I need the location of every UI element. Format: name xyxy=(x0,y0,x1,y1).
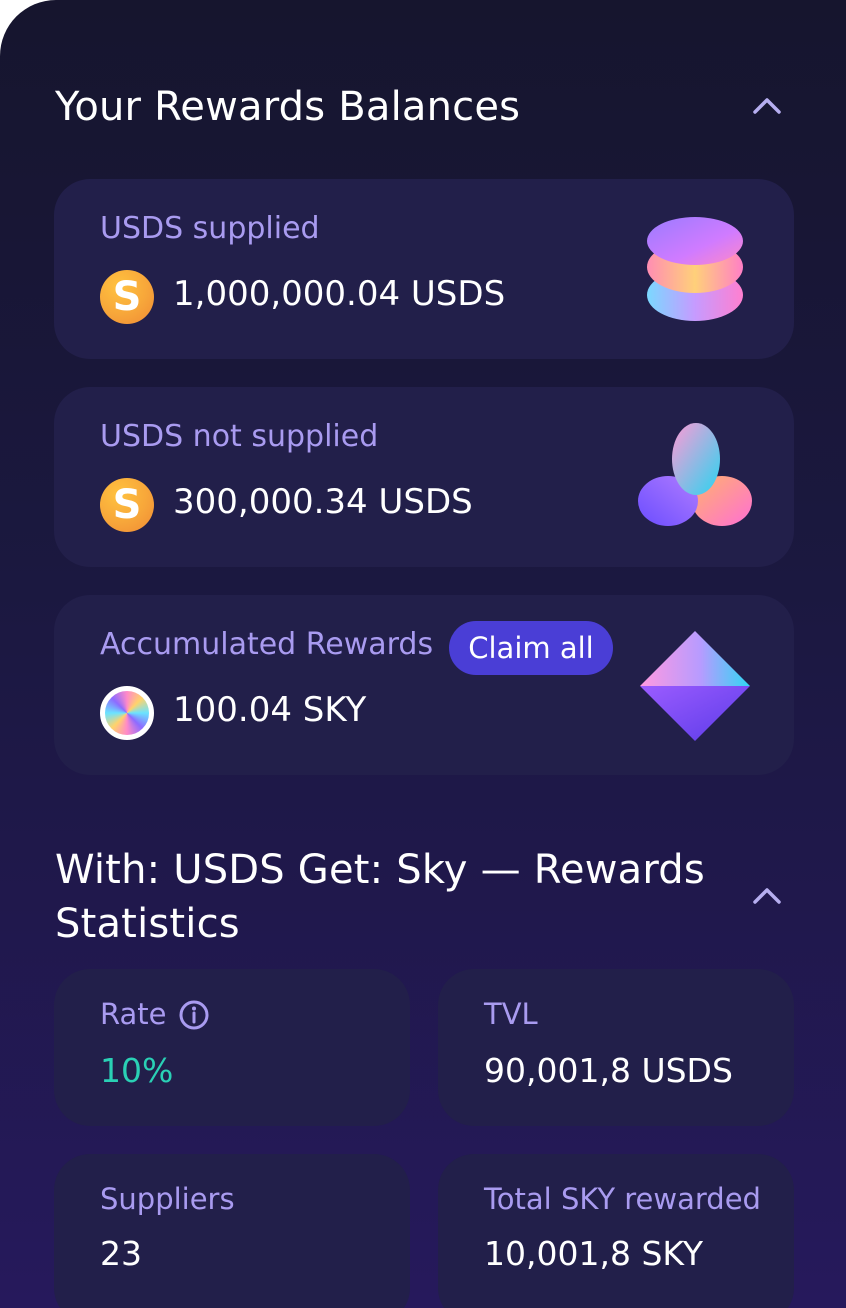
usds-supplied-label: USDS supplied xyxy=(100,211,320,246)
diamond-illustration-icon xyxy=(640,631,750,741)
usds-not-supplied-label: USDS not supplied xyxy=(100,419,379,454)
three-petal-illustration-icon xyxy=(638,423,752,526)
accumulated-rewards-card: Accumulated Rewards 100.04 SKY xyxy=(54,595,794,775)
collapse-statistics-chevron-icon[interactable] xyxy=(749,878,785,914)
sky-token-icon xyxy=(100,686,154,740)
rate-label: Rate xyxy=(100,997,167,1031)
rate-stat-card: Rate 10% xyxy=(54,969,410,1126)
suppliers-stat-card: Suppliers 23 xyxy=(54,1154,410,1308)
total-sky-rewarded-label: Total SKY rewarded xyxy=(484,1182,761,1216)
total-sky-rewarded-value: 10,001,8 SKY xyxy=(484,1234,704,1273)
rewards-panel: Your Rewards Balances USDS supplied S 1,… xyxy=(0,0,846,1308)
usds-token-icon: S xyxy=(100,270,154,324)
usds-not-supplied-card: USDS not supplied S 300,000.34 USDS xyxy=(54,387,794,567)
usds-token-icon: S xyxy=(100,478,154,532)
rewards-statistics-title-line2: Statistics xyxy=(55,901,240,947)
suppliers-value: 23 xyxy=(100,1234,142,1273)
rate-value: 10% xyxy=(100,1051,174,1090)
collapse-balances-chevron-icon[interactable] xyxy=(749,88,785,124)
rewards-statistics-title-line1: With: USDS Get: Sky — Rewards xyxy=(55,847,705,893)
rewards-balances-title: Your Rewards Balances xyxy=(55,84,521,130)
accumulated-rewards-label: Accumulated Rewards xyxy=(100,627,434,662)
suppliers-label: Suppliers xyxy=(100,1182,235,1216)
stacked-coins-illustration-icon xyxy=(647,217,743,321)
tvl-stat-card: TVL 90,001,8 USDS xyxy=(438,969,794,1126)
total-sky-rewarded-stat-card: Total SKY rewarded 10,001,8 SKY xyxy=(438,1154,794,1308)
info-icon[interactable] xyxy=(178,999,210,1031)
claim-all-button[interactable]: Claim all xyxy=(449,621,613,675)
accumulated-rewards-value: 100.04 SKY xyxy=(173,690,367,730)
usds-supplied-card: USDS supplied S 1,000,000.04 USDS xyxy=(54,179,794,359)
tvl-value: 90,001,8 USDS xyxy=(484,1051,733,1090)
usds-not-supplied-value: 300,000.34 USDS xyxy=(173,482,473,522)
tvl-label: TVL xyxy=(484,997,538,1031)
usds-supplied-value: 1,000,000.04 USDS xyxy=(173,274,506,314)
